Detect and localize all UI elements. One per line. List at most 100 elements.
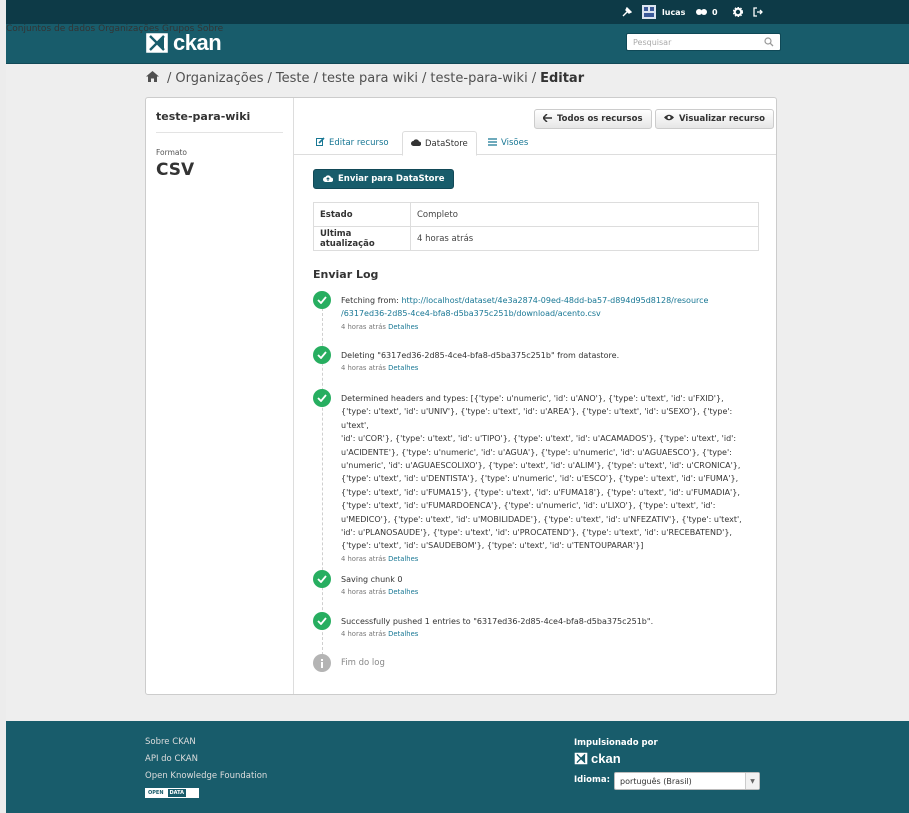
breadcrumb-separator: /	[267, 71, 272, 86]
log-meta: 4 horas atrás Detalhes	[341, 321, 761, 333]
tab-edit-resource[interactable]: Editar recurso	[316, 131, 389, 155]
breadcrumb-organization[interactable]: Teste	[276, 71, 310, 86]
format-label: Formato	[156, 148, 188, 157]
home-icon[interactable]	[146, 71, 159, 86]
breadcrumb-separator: /	[167, 71, 172, 86]
view-resource-button[interactable]: Visualizar recurso	[655, 109, 774, 129]
check-icon	[313, 570, 331, 588]
nav-datasets[interactable]: Conjuntos de dados	[6, 24, 95, 34]
log-meta: 4 horas atrás Detalhes	[341, 586, 761, 598]
footer-link-okf[interactable]: Open Knowledge Foundation	[145, 771, 267, 781]
log-meta: 4 horas atrás Detalhes	[341, 362, 761, 374]
log-meta: 4 horas atrás Detalhes	[341, 628, 761, 640]
logout-icon[interactable]	[753, 0, 763, 24]
log-time: 4 horas atrás	[341, 630, 386, 639]
last-updated-value: 4 horas atrás	[410, 226, 759, 251]
log-message: Deleting "6317ed36-2d85-4ce4-bfa8-d5ba37…	[341, 349, 761, 374]
format-value: CSV	[156, 160, 195, 180]
tab-datastore-label: DataStore	[425, 138, 468, 149]
eye-icon	[664, 114, 674, 124]
log-message: Saving chunk 0 4 horas atrás Detalhes	[341, 573, 761, 598]
resource-url-link[interactable]: http://localhost/dataset/4e3a2874-09ed-4…	[401, 296, 708, 305]
log-line: Determined headers and types: [{'type': …	[341, 394, 724, 403]
breadcrumb-separator: /	[531, 71, 537, 86]
sysadmin-icon[interactable]	[622, 0, 632, 24]
upload-to-datastore-button[interactable]: Enviar para DataStore	[313, 169, 455, 189]
ckan-logo[interactable]: ckan	[143, 30, 222, 56]
open-data-word1: OPEN	[148, 790, 164, 796]
log-line: u'ACIDENTE'}, {'type': u'numeric', 'id':…	[341, 447, 732, 457]
details-link[interactable]: Detalhes	[388, 630, 418, 638]
user-avatar[interactable]	[642, 0, 656, 24]
log-time: 4 horas atrás	[341, 364, 386, 373]
ckan-logo-icon	[143, 30, 171, 56]
log-message-text: Fetching from:	[341, 296, 402, 305]
masthead: ckan Conjuntos de dados Organizações Gru…	[6, 24, 909, 64]
log-time: 4 horas atrás	[341, 588, 386, 597]
table-row: Estado Completo	[313, 202, 759, 227]
cloud-icon	[411, 138, 422, 149]
details-link[interactable]: Detalhes	[388, 555, 418, 563]
language-label: Idioma:	[574, 775, 610, 785]
tab-views-label: Visões	[501, 138, 529, 148]
all-resources-button[interactable]: Todos os recursos	[534, 109, 652, 129]
table-row: Ultima atualização 4 horas atrás	[313, 226, 759, 251]
log-heading: Enviar Log	[313, 268, 379, 281]
chevron-down-icon: ▼	[745, 773, 759, 789]
footer-link-api[interactable]: API do CKAN	[145, 754, 198, 764]
log-time: 4 horas atrás	[341, 322, 386, 331]
search-input[interactable]: Pesquisar	[626, 33, 781, 51]
language-selected: português (Brasil)	[620, 776, 692, 786]
breadcrumb-organizations[interactable]: Organizações	[175, 71, 263, 86]
log-line: u'numeric', 'id': u'AGUAESCOLIXO'}, {'ty…	[341, 461, 741, 471]
check-icon	[313, 612, 331, 630]
cloud-upload-icon	[323, 174, 334, 185]
breadcrumb-dataset[interactable]: teste para wiki	[322, 71, 418, 86]
log-message-text: Successfully pushed 1 entries to "6317ed…	[341, 617, 654, 626]
log-meta: 4 horas atrás Detalhes	[341, 553, 761, 565]
search-icon[interactable]	[764, 37, 774, 50]
details-link[interactable]: Detalhes	[388, 323, 418, 331]
edit-icon	[316, 137, 325, 149]
logo-text: ckan	[173, 30, 222, 55]
dashboard-icon[interactable]	[696, 0, 707, 24]
info-icon	[313, 654, 331, 672]
resource-edit-card: teste-para-wiki Formato CSV Todos os rec…	[145, 97, 777, 695]
arrow-left-icon	[541, 112, 552, 125]
details-link[interactable]: Detalhes	[388, 364, 418, 372]
check-icon	[313, 291, 331, 309]
open-data-badge[interactable]: OPEN DATA	[145, 788, 199, 798]
log-line: {'type': u'text', 'id': u'FUMA15'}, {'ty…	[341, 487, 740, 497]
view-resource-label: Visualizar recurso	[679, 114, 765, 124]
gear-icon[interactable]	[733, 0, 743, 24]
ckan-logo-icon	[574, 752, 588, 765]
sidebar-divider	[156, 132, 283, 133]
list-icon	[488, 137, 497, 149]
resource-sidebar: teste-para-wiki Formato CSV	[146, 98, 294, 694]
tab-datastore[interactable]: DataStore	[402, 131, 477, 156]
status-table: Estado Completo Ultima atualização 4 hor…	[313, 202, 759, 251]
resource-tabs: Editar recurso DataStore Visões	[294, 131, 776, 156]
log-line: 'id': u'PLANOSAUDE'}, {'type': u'text', …	[341, 528, 732, 538]
site-footer: Sobre CKAN API do CKAN Open Knowledge Fo…	[6, 721, 909, 813]
log-line: {'type': u'text', 'id': u'DENTISTA'}, {'…	[341, 474, 739, 484]
footer-ckan-logo[interactable]: ckan	[574, 751, 621, 766]
language-select[interactable]: português (Brasil) ▼	[614, 772, 760, 790]
search-placeholder: Pesquisar	[633, 38, 672, 47]
page: lucas 0 ckan Conjuntos de dados Organiza…	[6, 0, 909, 813]
dashboard-count[interactable]: 0	[712, 0, 718, 24]
breadcrumb-separator: /	[422, 71, 427, 86]
status-value: Completo	[410, 202, 759, 227]
footer-link-about[interactable]: Sobre CKAN	[145, 737, 196, 747]
resource-url-link-cont[interactable]: /6317ed36-2d85-4ce4-bfa8-d5ba375c251b/do…	[341, 309, 601, 318]
check-icon	[313, 346, 331, 364]
tab-views[interactable]: Visões	[488, 131, 528, 155]
breadcrumb-resource[interactable]: teste-para-wiki	[430, 71, 527, 86]
powered-by-label: Impulsionado por	[574, 738, 658, 748]
status-key: Estado	[313, 202, 411, 227]
log-line: {'type': u'text', 'id': u'FUMARDOENCA'},…	[341, 501, 716, 511]
user-name-link[interactable]: lucas	[662, 0, 685, 24]
details-link[interactable]: Detalhes	[388, 588, 418, 596]
resource-title: teste-para-wiki	[156, 110, 251, 123]
log-message: Fetching from: http://localhost/dataset/…	[341, 294, 761, 333]
